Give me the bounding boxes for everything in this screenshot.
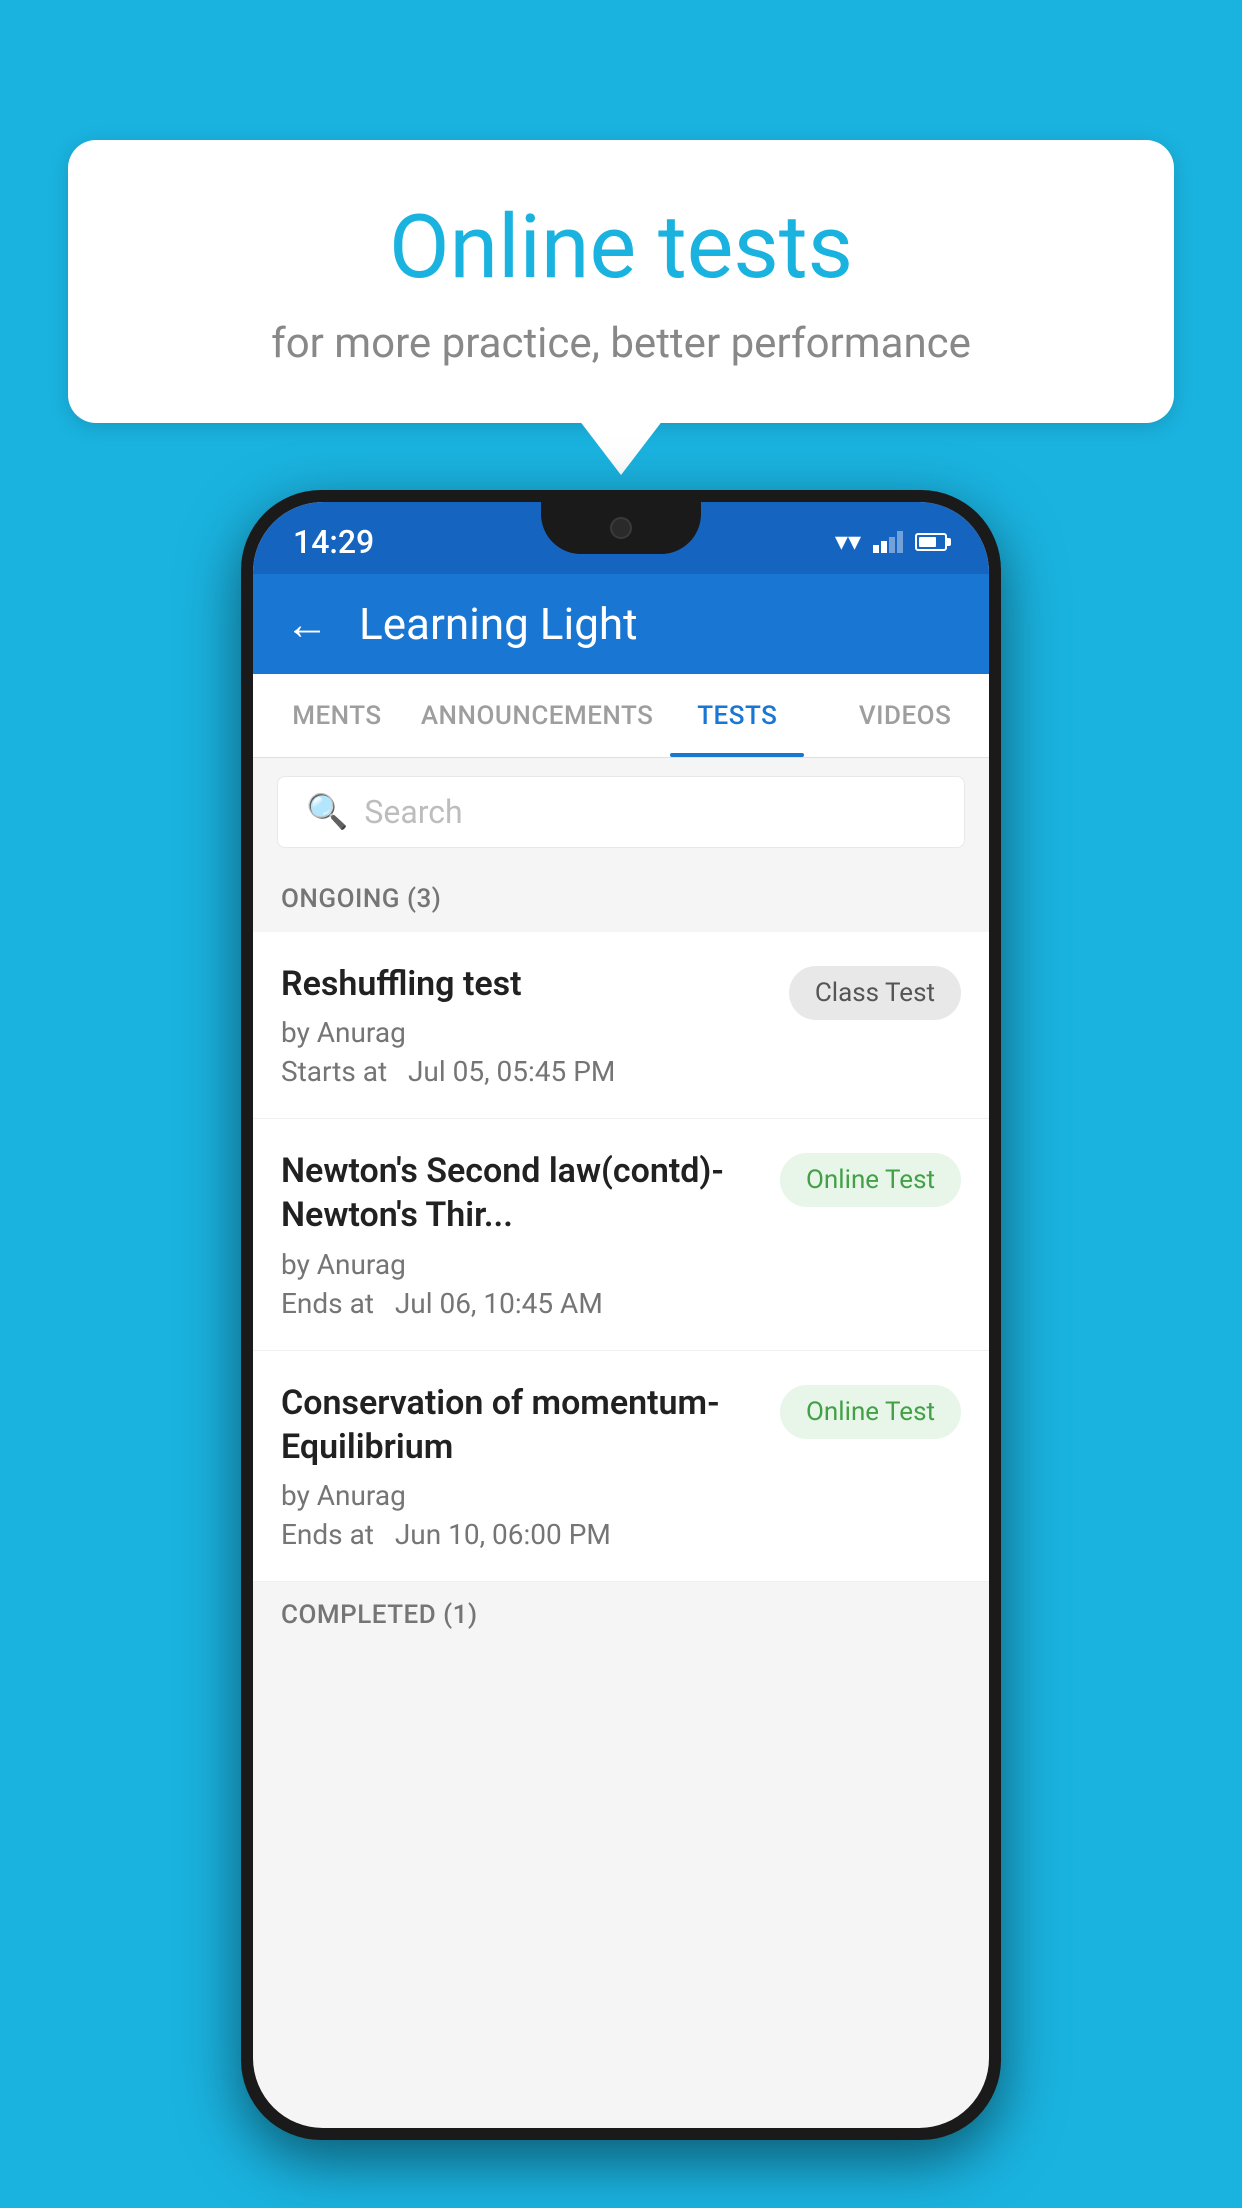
app-bar: ← Learning Light bbox=[253, 574, 989, 674]
status-icons: ▾▾ bbox=[835, 527, 949, 557]
test-name-3: Conservation of momentum-Equilibrium bbox=[281, 1381, 760, 1469]
ongoing-section-header: ONGOING (3) bbox=[253, 866, 989, 932]
phone-mockup: 14:29 ▾▾ ← Learning Light bbox=[241, 490, 1001, 2140]
test-name-2: Newton's Second law(contd)-Newton's Thir… bbox=[281, 1149, 760, 1237]
search-icon: 🔍 bbox=[306, 792, 348, 832]
signal-icon bbox=[873, 531, 903, 553]
speech-bubble: Online tests for more practice, better p… bbox=[68, 140, 1174, 423]
test-time-3: Ends at Jun 10, 06:00 PM bbox=[281, 1518, 760, 1551]
test-info-1: Reshuffling test by Anurag Starts at Jul… bbox=[281, 962, 769, 1088]
back-button[interactable]: ← bbox=[285, 598, 329, 650]
test-author-2: by Anurag bbox=[281, 1248, 760, 1281]
status-time: 14:29 bbox=[293, 523, 374, 561]
test-badge-3: Online Test bbox=[780, 1385, 961, 1439]
camera bbox=[610, 517, 632, 539]
ongoing-label: ONGOING (3) bbox=[281, 884, 441, 914]
test-author-3: by Anurag bbox=[281, 1479, 760, 1512]
completed-label: COMPLETED (1) bbox=[281, 1600, 478, 1630]
test-badge-1: Class Test bbox=[789, 966, 961, 1020]
tabs-container: MENTS ANNOUNCEMENTS TESTS VIDEOS bbox=[253, 674, 989, 758]
test-item-3[interactable]: Conservation of momentum-Equilibrium by … bbox=[253, 1351, 989, 1582]
test-author-1: by Anurag bbox=[281, 1016, 769, 1049]
search-container: 🔍 Search bbox=[253, 758, 989, 866]
bubble-subtitle: for more practice, better performance bbox=[118, 319, 1124, 368]
test-info-3: Conservation of momentum-Equilibrium by … bbox=[281, 1381, 760, 1551]
test-item-2[interactable]: Newton's Second law(contd)-Newton's Thir… bbox=[253, 1119, 989, 1350]
tab-ments[interactable]: MENTS bbox=[253, 674, 421, 757]
tab-announcements[interactable]: ANNOUNCEMENTS bbox=[421, 674, 654, 757]
test-time-2: Ends at Jul 06, 10:45 AM bbox=[281, 1287, 760, 1320]
completed-section-header: COMPLETED (1) bbox=[253, 1582, 989, 1648]
test-name-1: Reshuffling test bbox=[281, 962, 769, 1006]
test-info-2: Newton's Second law(contd)-Newton's Thir… bbox=[281, 1149, 760, 1319]
app-title: Learning Light bbox=[359, 598, 638, 650]
tab-tests[interactable]: TESTS bbox=[653, 674, 821, 757]
wifi-icon: ▾▾ bbox=[835, 527, 861, 557]
battery-icon bbox=[915, 533, 949, 551]
test-time-1: Starts at Jul 05, 05:45 PM bbox=[281, 1055, 769, 1088]
search-bar[interactable]: 🔍 Search bbox=[277, 776, 965, 848]
phone-screen: 14:29 ▾▾ ← Learning Light bbox=[253, 502, 989, 2128]
phone-notch bbox=[541, 502, 701, 554]
bubble-title: Online tests bbox=[118, 200, 1124, 297]
phone-outer: 14:29 ▾▾ ← Learning Light bbox=[241, 490, 1001, 2140]
test-item-1[interactable]: Reshuffling test by Anurag Starts at Jul… bbox=[253, 932, 989, 1119]
test-list: Reshuffling test by Anurag Starts at Jul… bbox=[253, 932, 989, 1582]
search-input[interactable]: Search bbox=[364, 793, 462, 831]
test-badge-2: Online Test bbox=[780, 1153, 961, 1207]
tab-videos[interactable]: VIDEOS bbox=[821, 674, 989, 757]
